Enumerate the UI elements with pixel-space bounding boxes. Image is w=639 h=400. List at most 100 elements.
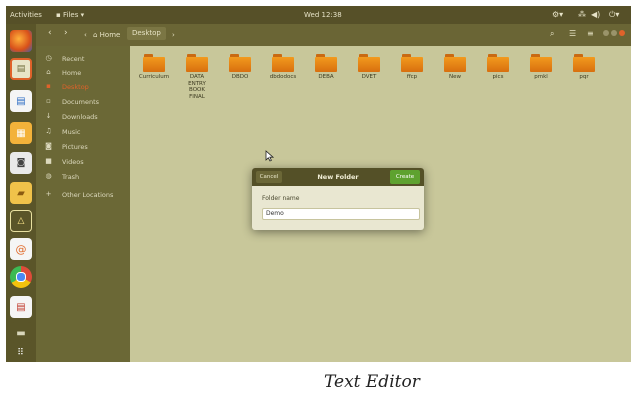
mouse-pointer-icon [265,150,274,162]
search-icon[interactable]: ⌕ [550,29,554,39]
drive-icon[interactable]: ▬ [10,322,32,344]
maximize-icon[interactable] [611,30,618,36]
header-bar: ‹ › ‹ ⌂ Home Desktop › ⌕ ☰ ≡ [36,24,631,46]
folder-icon [315,54,337,72]
folder-item[interactable]: pmkl [521,54,561,81]
cancel-button[interactable]: Cancel [256,171,282,183]
folder-name-input[interactable]: Demo [262,208,420,220]
text-editor-icon[interactable]: ▤ [10,296,32,318]
camera-icon[interactable]: ◙ [10,152,32,174]
folder-item[interactable]: ffcp [392,54,432,81]
home-icon: ⌂ [46,68,51,76]
minimize-icon[interactable] [603,30,609,36]
power-icon[interactable]: ⏻▾ [609,10,619,20]
folder-label: DBDO [231,74,249,80]
folder-icon [143,54,165,72]
new-folder-dialog: New Folder Cancel Create Folder name Dem… [252,168,424,230]
activities-button[interactable]: Activities [10,11,42,19]
breadcrumb-home[interactable]: ⌂ Home [93,31,120,39]
folder-item[interactable]: pqr [564,54,604,81]
breadcrumb-left-arrow-icon[interactable]: ‹ [84,31,87,39]
folder-item[interactable]: pics [478,54,518,81]
menu-icon[interactable]: ≡ [587,29,594,38]
sidebar-item-label: Recent [62,55,85,63]
back-button[interactable]: ‹ [48,28,52,38]
sidebar-item-trash[interactable]: ◍ Trash [36,170,130,184]
sidebar-item-downloads[interactable]: ↓ Downloads [36,110,130,124]
folder-icon [573,54,595,72]
sidebar-item-label: Trash [62,173,80,181]
forward-button[interactable]: › [64,28,68,38]
folder-label: DEBA [318,74,334,80]
other-locations-icon: + [45,190,52,198]
sidebar-item-documents[interactable]: ▫ Documents [36,95,130,109]
files-app-icon: ▪ [56,11,63,19]
sidebar-item-home[interactable]: ⌂ Home [36,66,130,80]
folder-item[interactable]: DBDO [220,54,260,81]
folder-label: pqr [579,74,589,80]
folder-item[interactable]: DEBA [306,54,346,81]
folder-item[interactable]: dbdodocs [263,54,303,81]
folder-label: DATA ENTRY BOOK FINAL [188,74,206,100]
folder-label: DVET [361,74,377,80]
settings-icon[interactable]: ⚙▾ [552,10,563,19]
sidebar-item-pictures[interactable]: ◙ Pictures [36,140,130,154]
sidebar-item-label: Downloads [62,113,98,121]
breadcrumb-current[interactable]: Desktop [127,27,166,40]
sidebar-item-videos[interactable]: ■ Videos [36,155,130,169]
app-menu[interactable]: ▪ Files ▾ [56,11,84,19]
folder-icon [444,54,466,72]
sidebar-item-label: Videos [62,158,84,166]
sidebar-item-label: Other Locations [62,191,114,199]
sidebar-item-music[interactable]: ♫ Music [36,125,130,139]
folder-label: New [449,74,461,80]
breadcrumb-right-arrow-icon[interactable]: › [172,31,175,39]
videos-icon: ■ [45,157,52,165]
volume-icon[interactable]: ◀) [591,10,600,19]
network-icon[interactable]: ⁂ [578,10,586,19]
sidebar-item-desktop[interactable]: ▪ Desktop [36,80,130,94]
document-icon[interactable]: ▤ [10,90,32,112]
launcher-dock: ▤ ▤ ▦ ◙ ▰ △ @ ▤ ▬ ⠿ [6,24,36,362]
spreadsheet-icon[interactable]: ▦ [10,122,32,144]
folder-item[interactable]: Curriculum [134,54,174,81]
places-sidebar: ◷ Recent ⌂ Home ▪ Desktop ▫ Documents ↓ Downloads… [36,46,130,362]
create-button[interactable]: Create [390,170,420,184]
sidebar-item-label: Pictures [62,143,88,151]
help-icon[interactable]: @ [10,238,32,260]
folder-icon [186,54,208,72]
desktop-screen: Activities ▪ Files ▾ Wed 12:38 ⚙▾ ⁂ ◀) ⏻… [6,6,631,362]
folder-icon [401,54,423,72]
folder-icon[interactable]: ▰ [10,182,32,204]
folder-label: Curriculum [138,74,170,80]
folder-item[interactable]: DATA ENTRY BOOK FINAL [177,54,217,100]
documents-icon: ▫ [46,97,51,105]
app-menu-label: Files [62,11,79,19]
app-grid-icon[interactable]: ⠿ [10,342,32,362]
clock[interactable]: Wed 12:38 [304,11,342,19]
sidebar-item-label: Documents [62,98,100,106]
sidebar-item-other-locations[interactable]: + Other Locations [36,188,130,202]
folder-item[interactable]: New [435,54,475,81]
folder-icon [358,54,380,72]
music-icon: ♫ [45,127,52,135]
view-list-icon[interactable]: ☰ [569,29,576,38]
files-icon[interactable]: ▤ [10,58,32,80]
sidebar-item-label: Music [62,128,81,136]
window-controls [603,30,626,38]
pictures-icon: ◙ [45,142,52,150]
folder-icon [229,54,251,72]
folder-item[interactable]: DVET [349,54,389,81]
firefox-icon[interactable] [10,30,32,52]
desktop-icon: ▪ [46,82,51,90]
downloads-icon: ↓ [45,112,52,120]
chrome-icon[interactable] [10,266,32,288]
folder-label: dbdodocs [269,74,297,80]
folder-label: ffcp [406,74,418,80]
software-icon[interactable]: △ [10,210,32,232]
folder-label: pics [492,74,504,80]
home-icon: ⌂ [93,31,100,39]
figure-caption: Text Editor [324,372,420,392]
close-icon[interactable] [619,30,626,36]
sidebar-item-recent[interactable]: ◷ Recent [36,52,130,66]
